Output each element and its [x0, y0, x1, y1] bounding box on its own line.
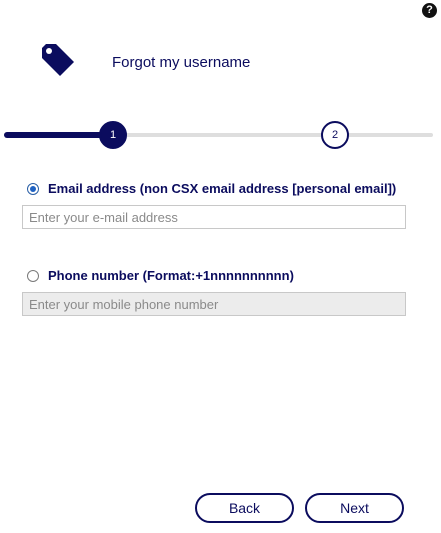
phone-radio[interactable]	[27, 269, 39, 282]
email-radio[interactable]	[27, 182, 39, 195]
help-icon[interactable]: ?	[422, 3, 437, 18]
page-title: Forgot my username	[112, 54, 251, 71]
email-option-label: Email address (non CSX email address [pe…	[48, 181, 397, 196]
tag-icon	[42, 44, 74, 76]
forgot-username-page: ? Forgot my username 1 2 Email address (…	[0, 0, 441, 533]
phone-option[interactable]: Phone number (Format:+1nnnnnnnnnn)	[27, 268, 294, 283]
email-field[interactable]	[22, 205, 406, 229]
back-button[interactable]: Back	[195, 493, 294, 523]
step-2-indicator: 2	[321, 121, 349, 149]
progress-stepper: 1 2	[0, 118, 441, 152]
phone-field[interactable]	[22, 292, 406, 316]
step-1-indicator: 1	[99, 121, 127, 149]
email-option[interactable]: Email address (non CSX email address [pe…	[27, 181, 396, 196]
phone-option-label: Phone number (Format:+1nnnnnnnnnn)	[48, 268, 294, 283]
next-button[interactable]: Next	[305, 493, 404, 523]
